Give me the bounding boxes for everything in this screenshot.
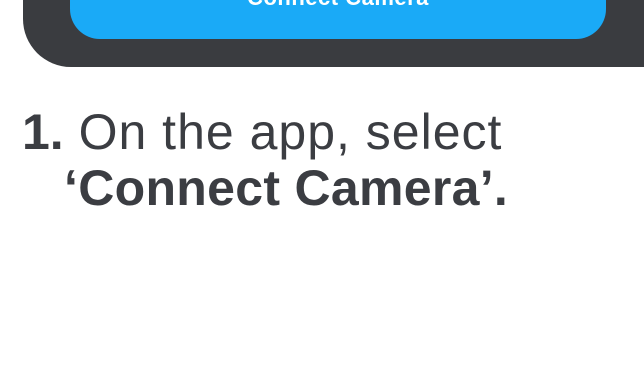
instruction-line-2: ‘Connect Camera’. bbox=[64, 160, 509, 216]
connect-camera-button-label: Connect Camera bbox=[247, 0, 429, 9]
instruction-text: 1. On the app, select ‘Connect Camera’. bbox=[22, 104, 508, 216]
step-number: 1. bbox=[22, 104, 64, 160]
instruction-page: Connect Camera 1. On the app, select ‘Co… bbox=[0, 0, 644, 367]
instruction-line-1: On the app, select bbox=[63, 104, 503, 160]
connect-camera-button[interactable]: Connect Camera bbox=[70, 0, 606, 39]
